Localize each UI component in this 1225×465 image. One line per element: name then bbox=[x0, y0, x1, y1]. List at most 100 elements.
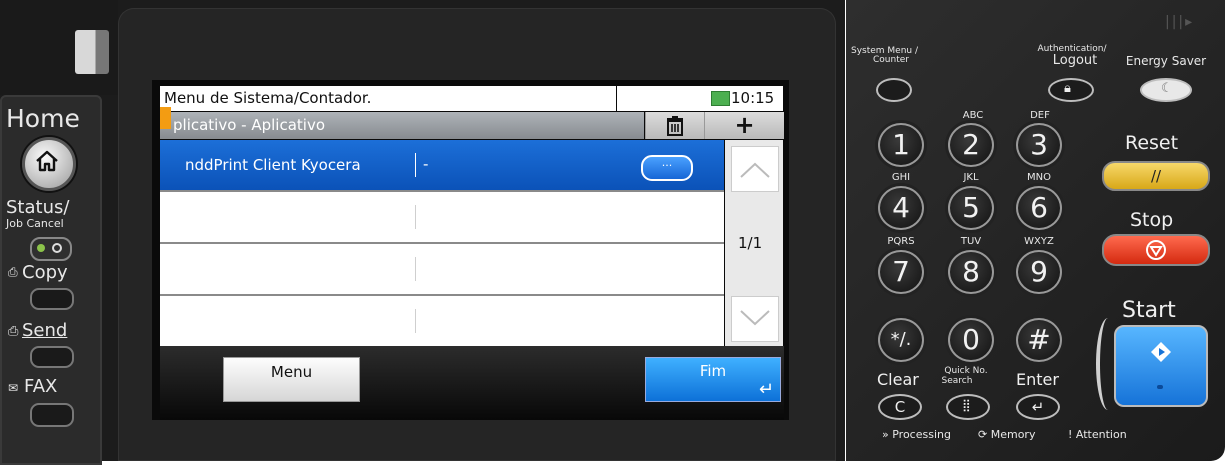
processing-indicator: » Processing bbox=[882, 428, 951, 441]
signal-icon: |||▸ bbox=[1165, 14, 1195, 30]
energy-saver-button[interactable]: ☾ bbox=[1140, 78, 1192, 102]
breadcrumb: plicativo - Aplicativo bbox=[173, 116, 326, 134]
list-item[interactable] bbox=[160, 244, 724, 296]
logout-button[interactable]: 🔒︎ bbox=[1048, 78, 1094, 102]
key-8-letters: TUV bbox=[960, 236, 982, 247]
grid-icon: ⣿ bbox=[962, 398, 971, 412]
status-monitor-icon[interactable] bbox=[711, 91, 730, 106]
key-9[interactable]: 9 bbox=[1016, 250, 1062, 294]
diamond-icon bbox=[49, 240, 65, 256]
reset-slash-icon: // bbox=[1150, 167, 1162, 185]
home-button[interactable] bbox=[22, 137, 76, 191]
lock-icon: 🔒︎ bbox=[1064, 81, 1071, 96]
status-label: Status/ bbox=[6, 197, 70, 218]
more-options-button[interactable]: ··· bbox=[641, 155, 693, 181]
enter-label: Enter bbox=[1016, 370, 1059, 389]
moon-icon: ☾ bbox=[1161, 81, 1173, 96]
application-list: nddPrint Client Kyocera - ··· bbox=[160, 140, 724, 346]
key-star[interactable]: */. bbox=[878, 318, 924, 362]
key-0[interactable]: 0 bbox=[948, 318, 994, 362]
key-2[interactable]: 2 bbox=[948, 123, 994, 167]
clear-button[interactable]: C bbox=[878, 394, 922, 420]
panel-notch bbox=[75, 30, 109, 74]
status-led bbox=[37, 244, 45, 252]
send-label: Send bbox=[22, 320, 68, 341]
home-label: Home bbox=[6, 104, 80, 133]
fax-button[interactable] bbox=[30, 403, 74, 427]
start-led bbox=[1157, 385, 1163, 389]
stop-button[interactable] bbox=[1102, 234, 1210, 266]
fax-label: FAX bbox=[24, 376, 58, 397]
key-5[interactable]: 5 bbox=[948, 186, 994, 230]
column-divider bbox=[415, 257, 416, 281]
screen-title: Menu de Sistema/Contador. bbox=[164, 89, 372, 107]
scroll-down-button[interactable] bbox=[731, 296, 779, 342]
chevron-up-icon bbox=[740, 162, 770, 178]
key-2-letters: ABC bbox=[962, 110, 984, 121]
app-value: - bbox=[423, 155, 429, 173]
key-4[interactable]: 4 bbox=[878, 186, 924, 230]
enter-button[interactable]: ↵ bbox=[1016, 394, 1060, 420]
key-4-letters: GHI bbox=[891, 172, 911, 183]
copy-icon: ⎙ bbox=[8, 265, 18, 279]
list-item[interactable] bbox=[160, 296, 724, 344]
column-divider bbox=[415, 153, 416, 177]
fim-label: Fim bbox=[699, 362, 727, 380]
stop-label: Stop bbox=[1130, 209, 1174, 231]
delete-button[interactable] bbox=[645, 112, 704, 139]
key-3[interactable]: 3 bbox=[1016, 123, 1062, 167]
processing-label: Processing bbox=[892, 428, 951, 441]
app-name: nddPrint Client Kyocera bbox=[185, 156, 361, 174]
menu-button[interactable]: Menu bbox=[223, 357, 360, 402]
clear-label: Clear bbox=[877, 370, 919, 389]
key-hash[interactable]: # bbox=[1016, 318, 1062, 362]
quick-search-button[interactable]: ⣿ bbox=[946, 394, 990, 420]
start-diamond-icon bbox=[1151, 342, 1171, 362]
clock: 10:15 bbox=[731, 89, 775, 107]
list-item[interactable] bbox=[160, 192, 724, 244]
home-icon bbox=[36, 150, 58, 172]
copy-button[interactable] bbox=[30, 288, 74, 310]
key-8[interactable]: 8 bbox=[948, 250, 994, 294]
enter-arrow-icon: ↵ bbox=[758, 379, 774, 400]
breadcrumb-marker-icon bbox=[160, 107, 171, 129]
key-6-letters: MNO bbox=[1027, 172, 1051, 183]
system-menu-button[interactable] bbox=[876, 78, 912, 102]
send-button[interactable] bbox=[30, 346, 74, 368]
add-button[interactable]: + bbox=[704, 112, 784, 139]
quick-no-label: Quick No. bbox=[944, 366, 988, 376]
page-indicator: 1/1 bbox=[738, 234, 763, 252]
scroll-up-button[interactable] bbox=[731, 146, 779, 192]
start-label: Start bbox=[1122, 298, 1176, 323]
job-cancel-label: Job Cancel bbox=[6, 217, 64, 230]
key-1[interactable]: 1 bbox=[878, 123, 924, 167]
list-item[interactable]: nddPrint Client Kyocera - ··· bbox=[160, 140, 724, 192]
counter-label: Counter bbox=[873, 55, 909, 65]
memory-indicator: ⟳ Memory bbox=[978, 428, 1036, 441]
copy-label: Copy bbox=[22, 262, 68, 283]
energy-saver-label: Energy Saver bbox=[1125, 54, 1207, 68]
status-job-cancel-button[interactable] bbox=[30, 237, 72, 261]
key-7[interactable]: 7 bbox=[878, 250, 924, 294]
stop-icon bbox=[1146, 240, 1166, 260]
reset-label: Reset bbox=[1125, 132, 1179, 154]
key-6[interactable]: 6 bbox=[1016, 186, 1062, 230]
attention-label: Attention bbox=[1075, 428, 1127, 441]
logout-label: Logout bbox=[1052, 53, 1098, 68]
fax-icon: ✉ bbox=[8, 381, 19, 395]
column-divider bbox=[415, 205, 416, 229]
reset-button[interactable]: // bbox=[1102, 161, 1210, 191]
printer-control-panel: Home Status/ Job Cancel ⎙ Copy ⎙ Send ✉ … bbox=[0, 0, 1225, 465]
chevron-down-icon bbox=[740, 310, 770, 326]
send-icon: ⎙ bbox=[8, 324, 19, 339]
key-3-letters: DEF bbox=[1030, 110, 1050, 121]
key-7-letters: PQRS bbox=[887, 236, 915, 247]
trash-icon bbox=[667, 116, 683, 136]
memory-label: Memory bbox=[990, 428, 1036, 441]
column-divider bbox=[415, 309, 416, 333]
attention-indicator: ! Attention bbox=[1068, 428, 1127, 441]
search-label: Search bbox=[941, 376, 973, 386]
key-5-letters: JKL bbox=[963, 172, 979, 183]
fim-button[interactable]: Fim ↵ bbox=[645, 357, 781, 402]
start-button[interactable] bbox=[1114, 325, 1208, 407]
